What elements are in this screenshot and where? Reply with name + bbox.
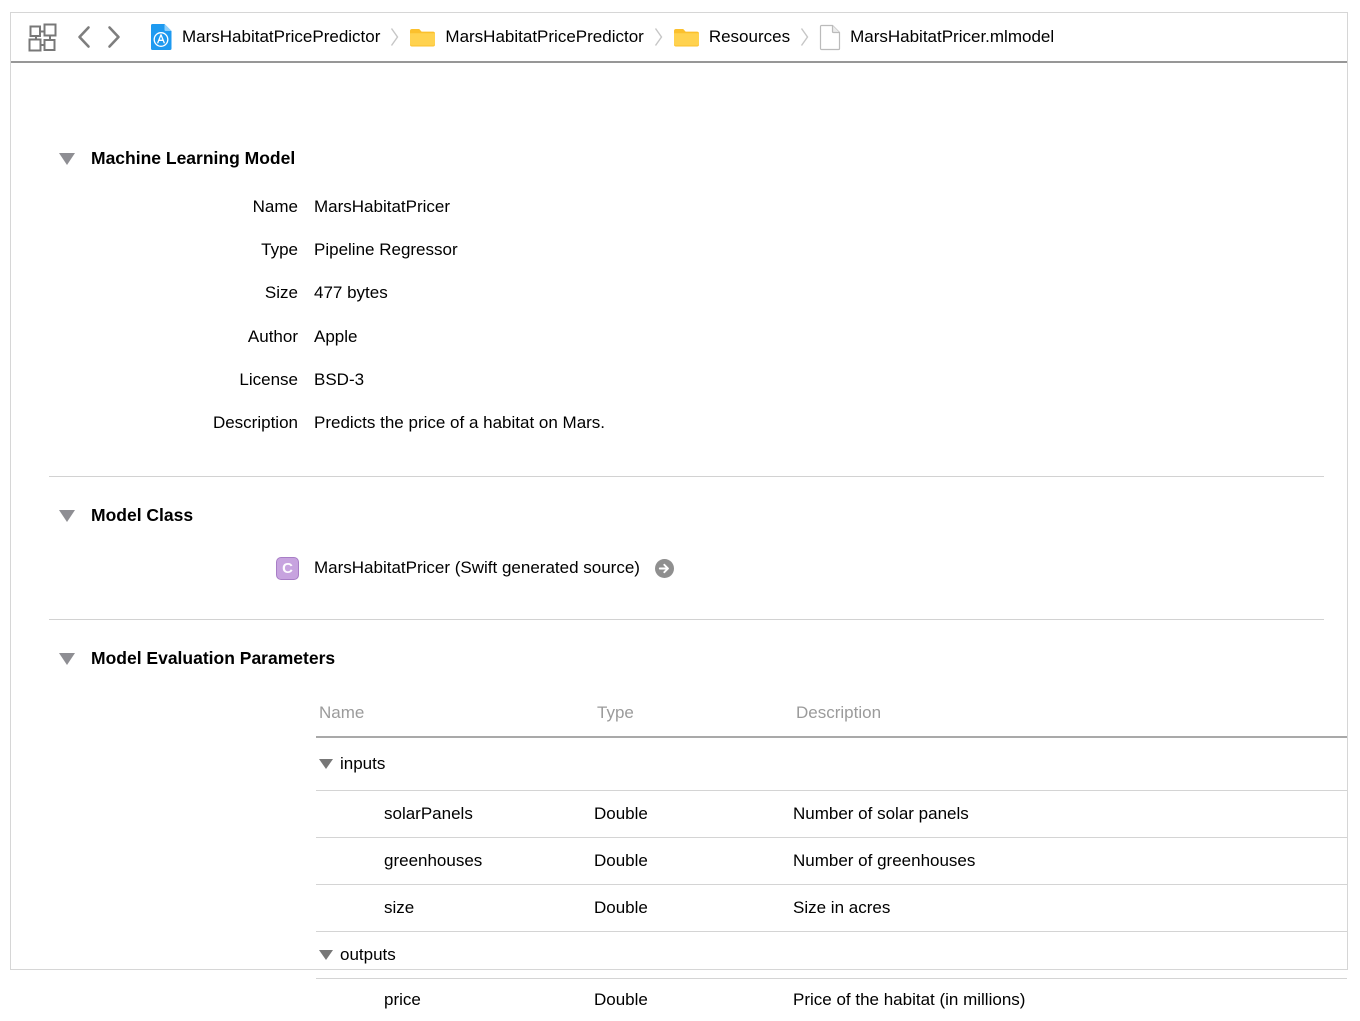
folder-icon (409, 26, 436, 48)
field-value: Apple (314, 327, 357, 347)
forward-button[interactable] (107, 25, 121, 49)
model-metadata-fields: Name MarsHabitatPricer Type Pipeline Reg… (11, 185, 1347, 445)
param-type: Double (594, 898, 793, 918)
model-viewer-content: Machine Learning Model Name MarsHabitatP… (11, 63, 1347, 969)
breadcrumb-separator-icon (390, 27, 399, 47)
field-value: 477 bytes (314, 283, 388, 303)
class-badge-icon: C (276, 557, 299, 580)
disclosure-triangle-icon[interactable] (59, 653, 75, 665)
param-name: greenhouses (316, 851, 594, 871)
param-name: solarPanels (316, 804, 594, 824)
back-button[interactable] (77, 25, 91, 49)
jump-bar: MarsHabitatPricePredictor MarsHabitatPri… (11, 13, 1347, 63)
app-project-icon (149, 23, 173, 51)
param-name: size (316, 898, 594, 918)
breadcrumb-item-group[interactable]: MarsHabitatPricePredictor (409, 26, 643, 48)
field-label: Size (11, 283, 298, 303)
disclosure-triangle-icon[interactable] (319, 759, 333, 769)
related-items-icon (28, 23, 57, 52)
section-divider (49, 619, 1324, 620)
breadcrumb-item-project[interactable]: MarsHabitatPricePredictor (149, 23, 380, 51)
group-label: inputs (340, 754, 385, 774)
model-class-row[interactable]: C MarsHabitatPricer (Swift generated sou… (276, 556, 674, 580)
param-type: Double (594, 851, 793, 871)
section-machine-learning-model: Machine Learning Model (59, 148, 295, 169)
breadcrumb-label: Resources (709, 27, 790, 47)
column-header-description: Description (793, 703, 1347, 723)
editor-window: MarsHabitatPricePredictor MarsHabitatPri… (10, 12, 1348, 970)
breadcrumb-label: MarsHabitatPricer.mlmodel (850, 27, 1054, 47)
field-label: Type (11, 240, 298, 260)
table-row-solarpanels[interactable]: solarPanels Double Number of solar panel… (316, 791, 1347, 838)
param-name: price (316, 990, 594, 1010)
param-description: Price of the habitat (in millions) (793, 990, 1347, 1010)
breadcrumb-item-resources[interactable]: Resources (673, 26, 790, 48)
field-row-description: Description Predicts the price of a habi… (11, 401, 1347, 444)
arrow-right-circle-icon (655, 559, 674, 578)
section-model-class: Model Class (59, 505, 193, 526)
param-description: Number of greenhouses (793, 851, 1347, 871)
table-row-greenhouses[interactable]: greenhouses Double Number of greenhouses (316, 838, 1347, 885)
class-name-label: MarsHabitatPricer (Swift generated sourc… (314, 558, 640, 578)
field-value: Predicts the price of a habitat on Mars. (314, 413, 605, 433)
breadcrumb-separator-icon (654, 27, 663, 47)
jump-to-source-button[interactable] (655, 559, 674, 578)
mlmodel-file-icon (819, 24, 841, 51)
field-value: Pipeline Regressor (314, 240, 458, 260)
param-description: Number of solar panels (793, 804, 1347, 824)
section-divider (49, 476, 1324, 477)
field-label: Description (11, 413, 298, 433)
field-row-author: Author Apple (11, 315, 1347, 358)
disclosure-triangle-icon[interactable] (319, 950, 333, 960)
field-label: Name (11, 197, 298, 217)
table-row-size[interactable]: size Double Size in acres (316, 885, 1347, 932)
field-row-size: Size 477 bytes (11, 272, 1347, 315)
parameters-table: Name Type Description inputs solarPanels… (316, 689, 1347, 1021)
section-title: Model Class (91, 505, 193, 526)
breadcrumb-label: MarsHabitatPricePredictor (182, 27, 380, 47)
column-header-type: Type (594, 703, 793, 723)
field-row-name: Name MarsHabitatPricer (11, 185, 1347, 228)
breadcrumb-separator-icon (800, 27, 809, 47)
field-value: MarsHabitatPricer (314, 197, 450, 217)
breadcrumb-item-file[interactable]: MarsHabitatPricer.mlmodel (819, 24, 1054, 51)
folder-icon (673, 26, 700, 48)
breadcrumb-label: MarsHabitatPricePredictor (445, 27, 643, 47)
field-label: License (11, 370, 298, 390)
section-model-evaluation-parameters: Model Evaluation Parameters (59, 648, 335, 669)
group-label: outputs (340, 945, 396, 965)
param-type: Double (594, 990, 793, 1010)
section-title: Model Evaluation Parameters (91, 648, 335, 669)
param-type: Double (594, 804, 793, 824)
section-title: Machine Learning Model (91, 148, 295, 169)
disclosure-triangle-icon[interactable] (59, 153, 75, 165)
breadcrumb: MarsHabitatPricePredictor MarsHabitatPri… (149, 23, 1054, 51)
column-header-name: Name (316, 703, 594, 723)
param-description: Size in acres (793, 898, 1347, 918)
field-row-license: License BSD-3 (11, 358, 1347, 401)
field-row-type: Type Pipeline Regressor (11, 228, 1347, 271)
related-items-button[interactable] (28, 23, 57, 52)
field-label: Author (11, 327, 298, 347)
field-value: BSD-3 (314, 370, 364, 390)
disclosure-triangle-icon[interactable] (59, 510, 75, 522)
table-header-row: Name Type Description (316, 689, 1347, 738)
table-group-row-inputs[interactable]: inputs (316, 738, 1347, 791)
chevron-left-icon (77, 25, 91, 49)
table-group-row-outputs[interactable]: outputs (316, 932, 1347, 979)
chevron-right-icon (107, 25, 121, 49)
table-row-price[interactable]: price Double Price of the habitat (in mi… (316, 979, 1347, 1021)
